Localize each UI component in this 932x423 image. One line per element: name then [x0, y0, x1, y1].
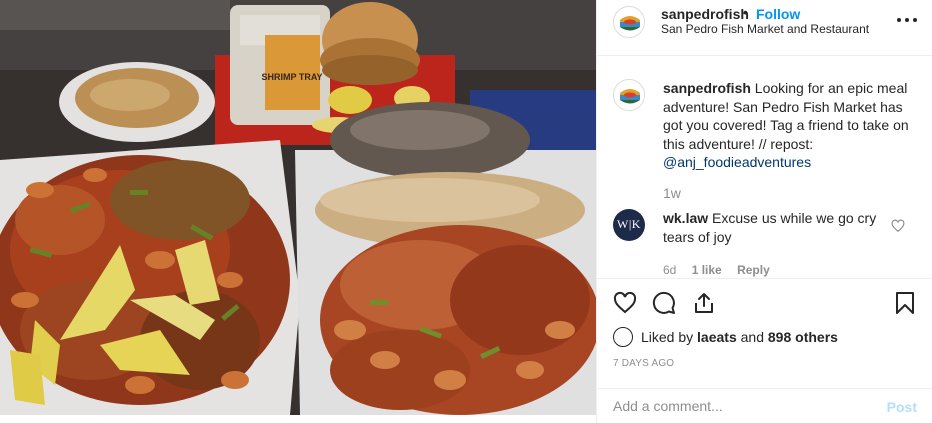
- likes-and: and: [740, 329, 764, 345]
- brand-logo-icon: [615, 8, 644, 37]
- post-comment-button[interactable]: Post: [887, 399, 917, 415]
- separator-dot: •: [743, 4, 748, 20]
- comments-section[interactable]: sanpedrofish Looking for an epic meal ad…: [597, 57, 932, 277]
- commenter-avatar-initials: W|K: [617, 217, 641, 231]
- liker-username[interactable]: laeats: [697, 329, 737, 345]
- caption-timestamp[interactable]: 1w: [663, 185, 681, 201]
- profile-avatar[interactable]: [613, 6, 645, 38]
- caption-username[interactable]: sanpedrofish: [663, 80, 751, 96]
- caption-avatar[interactable]: [613, 79, 645, 111]
- comment-likes-count[interactable]: 1 like: [692, 263, 722, 277]
- others-count[interactable]: 898 others: [768, 329, 838, 345]
- post-caption: sanpedrofish Looking for an epic meal ad…: [663, 79, 919, 172]
- follow-button[interactable]: Follow: [756, 6, 800, 22]
- post-date[interactable]: 7 DAYS AGO: [613, 358, 674, 369]
- likes-prefix: Liked by: [641, 329, 694, 345]
- like-heart-icon[interactable]: [613, 291, 637, 315]
- likes-text: Liked by laeats and 898 others: [641, 329, 838, 345]
- share-icon[interactable]: [692, 291, 716, 315]
- add-comment-bar: Post: [597, 388, 932, 423]
- seafood-platter-image: SHRIMP TRAY: [0, 0, 596, 415]
- more-options-icon[interactable]: [895, 8, 919, 32]
- commenter-avatar[interactable]: W|K: [613, 209, 645, 241]
- comment-meta: 6d 1 like Reply: [663, 263, 782, 277]
- comment-timestamp[interactable]: 6d: [663, 263, 676, 277]
- comment-username[interactable]: wk.law: [663, 210, 708, 226]
- bookmark-icon[interactable]: [893, 291, 917, 315]
- post-sidebar: sanpedrofish • Follow San Pedro Fish Mar…: [596, 0, 932, 423]
- liker-avatar: [613, 327, 633, 347]
- post-header: sanpedrofish • Follow San Pedro Fish Mar…: [597, 0, 932, 56]
- header-username[interactable]: sanpedrofish: [661, 6, 749, 22]
- location-link[interactable]: San Pedro Fish Market and Restaurant: [661, 22, 869, 36]
- brand-logo-icon: [615, 81, 644, 110]
- comment-item: wk.law Excuse us while we go cry tears o…: [663, 209, 883, 246]
- reply-button[interactable]: Reply: [737, 263, 770, 277]
- comment-bubble-icon[interactable]: [652, 291, 676, 315]
- caption-mention-link[interactable]: @anj_foodieadventures: [663, 154, 811, 170]
- post-photo[interactable]: SHRIMP TRAY: [0, 0, 596, 415]
- comment-input[interactable]: [613, 398, 863, 414]
- comment-heart-icon[interactable]: [891, 219, 905, 233]
- post-actions: Liked by laeats and 898 others 7 DAYS AG…: [597, 278, 932, 423]
